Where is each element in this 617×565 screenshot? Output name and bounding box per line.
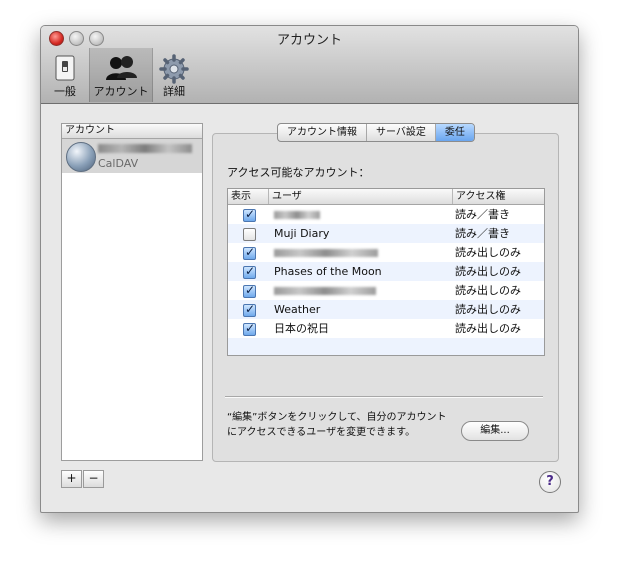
tab-server-settings[interactable]: サーバ設定 (367, 124, 436, 141)
account-row[interactable]: CalDAV (62, 139, 202, 173)
toolbar-general[interactable]: 一般 (47, 48, 83, 102)
toolbar-advanced-label: 詳細 (163, 85, 185, 98)
checkmark-icon: ✓ (245, 302, 256, 316)
edit-button[interactable]: 編集... (461, 421, 529, 441)
table-row[interactable]: ✓ 読み出しのみ (228, 281, 544, 300)
globe-icon (66, 142, 96, 172)
remove-account-button[interactable]: − (83, 470, 104, 488)
help-button[interactable]: ? (539, 471, 561, 493)
show-checkbox[interactable]: ✓ (243, 264, 256, 279)
edit-note-line1: “編集”ボタンをクリックして、自分のアカウント (227, 412, 447, 423)
tab-delegation[interactable]: 委任 (435, 124, 474, 141)
show-checkbox[interactable]: ✓ (243, 207, 256, 222)
show-checkbox[interactable]: ✓ (243, 283, 256, 298)
account-list-header: アカウント (62, 124, 202, 139)
toolbar: アカウント 一般 アカウント 詳細 (41, 26, 578, 104)
column-access[interactable]: アクセス権 (453, 189, 544, 204)
empty-row (228, 338, 544, 355)
edit-note: “編集”ボタンをクリックして、自分のアカウント にアクセスできるユーザを変更でき… (227, 410, 467, 440)
access-cell: 読み出しのみ (455, 322, 521, 335)
accessible-accounts-label: アクセス可能なアカウント： (227, 166, 370, 179)
table-row[interactable]: ✓ 読み／書き (228, 205, 544, 224)
add-account-button[interactable]: + (61, 470, 82, 488)
checkmark-icon: ✓ (245, 321, 256, 335)
access-cell: 読み出しのみ (455, 246, 521, 259)
checkmark-icon: ✓ (245, 245, 256, 259)
tab-bar: アカウント情報 サーバ設定 委任 (277, 123, 475, 142)
access-cell: 読み出しのみ (455, 284, 521, 297)
user-cell: 日本の祝日 (274, 322, 329, 335)
table-row[interactable]: ✓ 日本の祝日 読み出しのみ (228, 319, 544, 338)
show-checkbox[interactable]: ✓ (243, 245, 256, 260)
toolbar-general-label: 一般 (54, 85, 76, 98)
separator (225, 396, 543, 397)
show-checkbox[interactable]: ✓ (243, 302, 256, 317)
show-checkbox[interactable] (243, 228, 256, 241)
toolbar-accounts[interactable]: アカウント (89, 48, 153, 102)
account-name-redacted (98, 144, 192, 153)
edit-note-line2: にアクセスできるユーザを変更できます。 (227, 427, 416, 438)
checkmark-icon: ✓ (245, 207, 256, 221)
user-name-redacted (274, 287, 376, 295)
table-header: 表示 ユーザ アクセス権 (228, 189, 544, 205)
user-cell: Phases of the Moon (274, 265, 382, 278)
tab-account-info[interactable]: アカウント情報 (278, 124, 367, 141)
table-row[interactable]: Muji Diary 読み／書き (228, 224, 544, 243)
account-type: CalDAV (98, 157, 139, 170)
toolbar-advanced[interactable]: 詳細 (155, 48, 193, 102)
access-cell: 読み／書き (455, 208, 510, 221)
switch-icon (54, 54, 76, 85)
table-row[interactable]: ✓ Weather 読み出しのみ (228, 300, 544, 319)
show-checkbox[interactable]: ✓ (243, 321, 256, 336)
people-icon (104, 54, 138, 85)
table-row[interactable]: ✓ 読み出しのみ (228, 243, 544, 262)
toolbar-accounts-label: アカウント (93, 85, 149, 98)
user-name-redacted (274, 211, 320, 219)
checkmark-icon: ✓ (245, 283, 256, 297)
access-cell: 読み出しのみ (455, 303, 521, 316)
user-cell: Muji Diary (274, 227, 330, 240)
user-cell: Weather (274, 303, 321, 316)
table-row[interactable]: ✓ Phases of the Moon 読み出しのみ (228, 262, 544, 281)
access-cell: 読み出しのみ (455, 265, 521, 278)
account-list: アカウント CalDAV (61, 123, 203, 461)
delegation-table: 表示 ユーザ アクセス権 ✓ 読み／書き Muji Diary 読み／書き ✓ … (227, 188, 545, 356)
checkmark-icon: ✓ (245, 264, 256, 278)
window-title: アカウント (276, 33, 342, 48)
column-show[interactable]: 表示 (228, 189, 269, 204)
column-user[interactable]: ユーザ (269, 189, 453, 204)
access-cell: 読み／書き (455, 227, 510, 240)
user-name-redacted (274, 249, 378, 257)
